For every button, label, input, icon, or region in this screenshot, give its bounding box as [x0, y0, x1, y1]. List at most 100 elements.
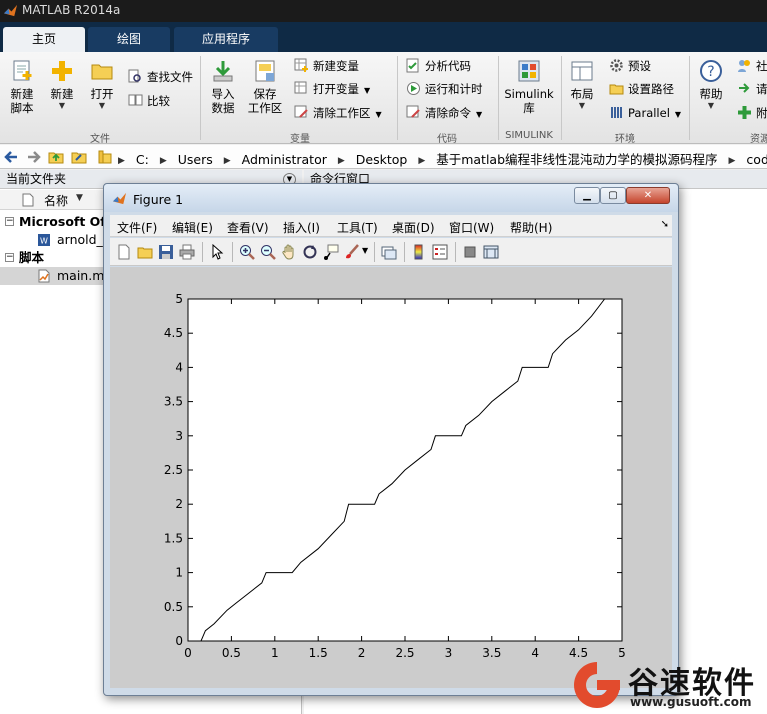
new-figure-icon[interactable] — [116, 244, 132, 260]
forward-arrow-icon[interactable] — [24, 148, 42, 166]
plot-canvas[interactable]: 0 0.5 1 1.5 2 2.5 3 3.5 4 4.5 5 0 0.5 1 1.5 2 2.5 3 3.5 4 4.… — [110, 267, 672, 688]
toolbar-divider — [232, 242, 233, 262]
add-ons-button[interactable]: 附 — [737, 105, 767, 121]
save-workspace-button[interactable]: 保存 工作区 — [247, 58, 283, 115]
zoom-out-icon[interactable] — [260, 244, 276, 260]
collapse-icon[interactable]: − — [5, 253, 14, 262]
menu-file[interactable]: 文件(F) — [117, 219, 157, 236]
y-tick-label: 0 — [175, 634, 183, 648]
brush-icon[interactable] — [344, 244, 360, 260]
open-button[interactable]: 打开 ▼ — [86, 58, 118, 111]
ribbon-toolstrip: 新建 脚本 新建 ▼ 打开 ▼ 查找文件 比较 文件 导入 数据 保存 工作区 … — [0, 52, 767, 145]
watermark-url: www.gusuoft.com — [630, 695, 752, 709]
open-variable-button[interactable]: 打开变量 ▼ — [294, 81, 370, 99]
pointer-icon[interactable] — [209, 244, 225, 260]
maximize-button[interactable]: ▢ — [600, 187, 626, 204]
breadcrumb-item[interactable]: C: — [136, 152, 149, 167]
pan-icon[interactable] — [281, 244, 297, 260]
back-arrow-icon[interactable] — [3, 148, 21, 166]
menu-insert[interactable]: 插入(I) — [283, 219, 320, 236]
data-cursor-icon[interactable] — [323, 244, 339, 260]
request-support-icon — [739, 83, 750, 93]
column-label: 名称 — [44, 194, 69, 208]
set-path-button[interactable]: 设置路径 — [609, 81, 674, 97]
legend-icon[interactable] — [432, 244, 448, 260]
run-and-time-button[interactable]: 运行和计时 — [406, 81, 483, 97]
file-name: arnold_t — [57, 232, 108, 247]
file-name: main.m — [57, 268, 105, 283]
find-files-button[interactable]: 查找文件 — [128, 69, 193, 85]
clear-commands-button[interactable]: 清除命令 ▼ — [406, 105, 482, 123]
up-folder-icon[interactable] — [47, 148, 65, 166]
rotate-icon[interactable] — [302, 244, 318, 260]
colorbar-icon[interactable] — [411, 244, 427, 260]
x-tick-label: 0 — [184, 646, 192, 660]
print-icon[interactable] — [179, 244, 195, 260]
group-divider — [397, 56, 398, 140]
clear-commands-icon — [406, 105, 420, 118]
save-workspace-icon — [255, 60, 275, 82]
new-script-button[interactable]: 新建 脚本 — [6, 58, 38, 115]
request-support-button[interactable]: 请 — [737, 81, 767, 97]
menu-help[interactable]: 帮助(H) — [510, 219, 552, 236]
matlab-logo-icon — [112, 192, 127, 205]
save-icon[interactable] — [158, 244, 174, 260]
resources-group-label: 资源 — [750, 134, 767, 145]
dock-arrow-icon[interactable]: ➘ — [661, 219, 669, 230]
preferences-button[interactable]: 预设 — [609, 58, 651, 74]
collapse-icon[interactable]: − — [5, 217, 14, 226]
line-chart: 0 0.5 1 1.5 2 2.5 3 3.5 4 4.5 500.511.522.533.544.… — [164, 292, 626, 660]
zoom-in-icon[interactable] — [239, 244, 255, 260]
breadcrumb-item[interactable]: Desktop — [356, 152, 408, 167]
y-tick-label: 3 — [175, 429, 183, 443]
tab-apps[interactable]: 应用程序 — [174, 27, 278, 52]
breadcrumb: ▶ C: ▶ Users ▶ Administrator ▶ Desktop ▶… — [118, 149, 767, 168]
y-tick-label: 3.5 — [164, 395, 183, 409]
chevron-down-icon: ▼ — [707, 101, 715, 110]
word-doc-icon: W — [38, 234, 50, 246]
sort-arrow-icon: ▼ — [76, 193, 83, 203]
new-button[interactable]: 新建 ▼ — [46, 58, 78, 111]
breadcrumb-item[interactable]: Administrator — [242, 152, 327, 167]
show-plot-tools-icon[interactable] — [483, 244, 499, 260]
parallel-button[interactable]: Parallel ▼ — [609, 105, 681, 123]
chevron-down-icon: ▼ — [364, 86, 371, 95]
open-file-icon[interactable] — [137, 244, 153, 260]
chevron-right-icon: ▶ — [337, 156, 345, 166]
help-button[interactable]: ? 帮助 ▼ — [695, 58, 727, 111]
menu-window[interactable]: 窗口(W) — [449, 219, 494, 236]
file-group-label: 文件 — [90, 134, 110, 145]
analyze-code-button[interactable]: 分析代码 — [406, 58, 471, 74]
menu-desktop[interactable]: 桌面(D) — [392, 219, 435, 236]
compare-button[interactable]: 比较 — [128, 93, 170, 109]
community-button[interactable]: 社 — [737, 58, 767, 74]
import-data-button[interactable]: 导入 数据 — [207, 58, 239, 115]
hide-plot-tools-icon[interactable] — [462, 244, 478, 260]
breadcrumb-item[interactable]: code — [746, 152, 767, 167]
import-data-icon — [213, 61, 233, 82]
x-tick-label: 3.5 — [482, 646, 501, 660]
community-icon — [738, 60, 750, 72]
minimize-button[interactable]: ▁ — [574, 187, 600, 204]
folder-icon — [98, 150, 112, 164]
chevron-down-icon[interactable]: ▼ — [362, 246, 368, 255]
chevron-right-icon: ▶ — [223, 156, 231, 166]
simulink-library-button[interactable]: Simulink 库 — [504, 58, 554, 115]
link-icon[interactable] — [381, 244, 397, 260]
svg-text:W: W — [40, 237, 48, 246]
breadcrumb-item[interactable]: 基于matlab编程非线性混沌动力学的模拟源码程序 — [436, 152, 717, 167]
tab-plots[interactable]: 绘图 — [88, 27, 170, 52]
close-button[interactable]: ✕ — [626, 187, 670, 204]
layout-button[interactable]: 布局 ▼ — [566, 58, 598, 111]
tab-home[interactable]: 主页 — [3, 27, 85, 52]
new-variable-button[interactable]: 新建变量 — [294, 58, 359, 74]
menu-view[interactable]: 查看(V) — [227, 219, 269, 236]
menu-edit[interactable]: 编辑(E) — [172, 219, 213, 236]
app-titlebar: MATLAB R2014a — [0, 0, 767, 22]
clear-workspace-button[interactable]: 清除工作区 ▼ — [294, 105, 382, 123]
chevron-down-icon: ▼ — [476, 110, 483, 119]
breadcrumb-item[interactable]: Users — [178, 152, 213, 167]
menu-tools[interactable]: 工具(T) — [337, 219, 378, 236]
browse-folder-icon[interactable] — [70, 148, 88, 166]
figure-titlebar[interactable]: Figure 1 ▁ ▢ ✕ — [104, 184, 678, 212]
